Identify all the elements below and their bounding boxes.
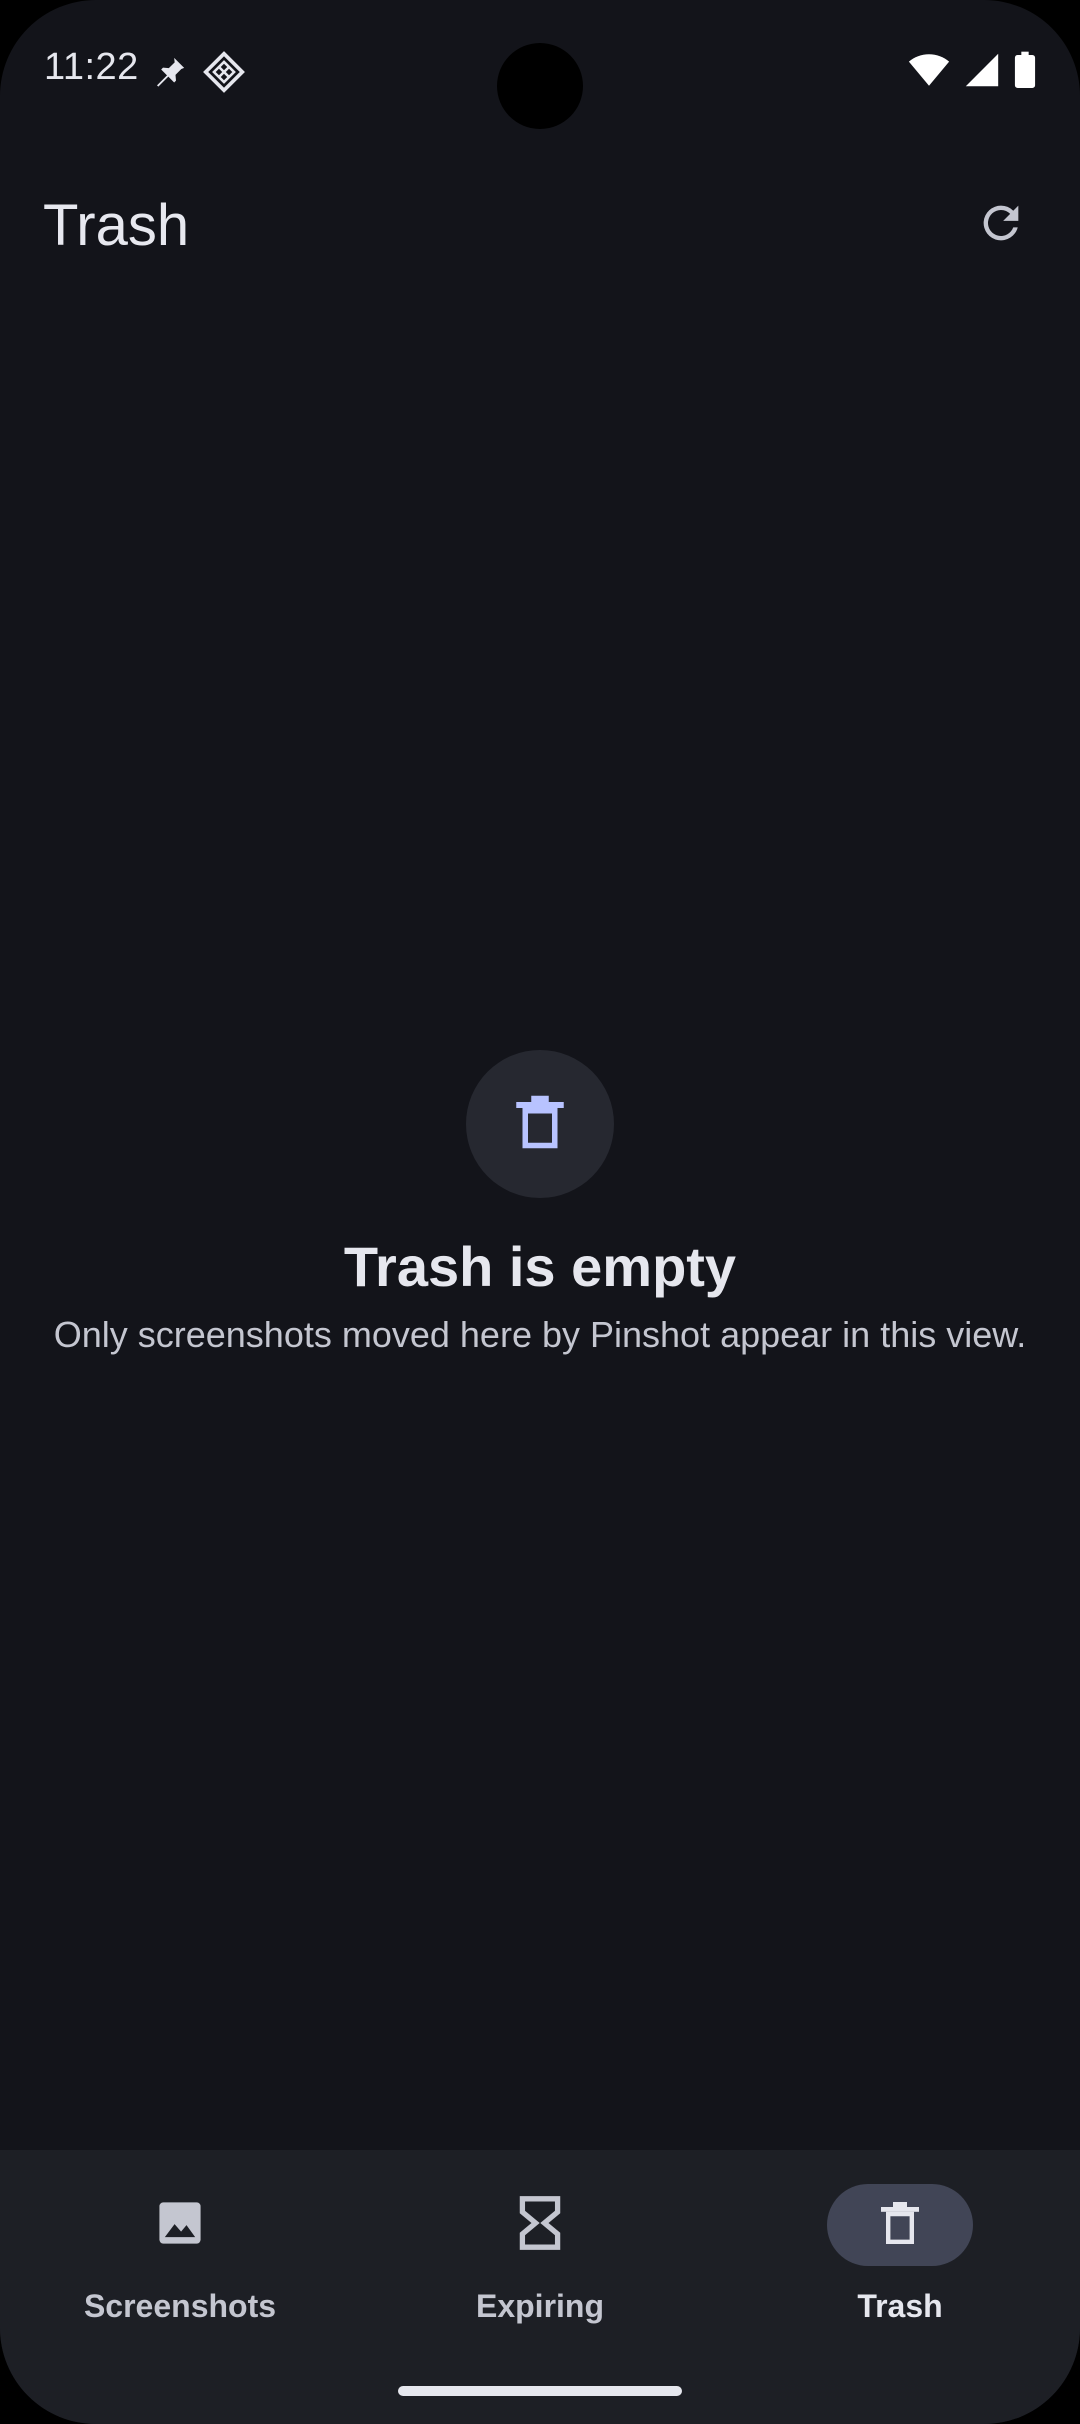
nav-item-expiring[interactable]: Expiring xyxy=(360,2184,720,2334)
image-icon xyxy=(154,2197,206,2254)
trash-icon xyxy=(880,2199,920,2252)
gesture-handle[interactable] xyxy=(398,2386,682,2396)
nav-label-trash: Trash xyxy=(857,2288,943,2324)
camera-cutout xyxy=(497,43,583,129)
nav-indicator-active xyxy=(827,2184,973,2266)
page-title: Trash xyxy=(43,193,190,258)
refresh-icon xyxy=(975,197,1027,254)
bottom-navigation: Screenshots Expiring Trash xyxy=(0,2150,1080,2424)
status-bar: 11:22 xyxy=(0,0,1080,140)
nav-indicator xyxy=(467,2184,613,2266)
pin-icon xyxy=(150,52,190,92)
nav-indicator xyxy=(107,2184,253,2266)
nav-item-trash[interactable]: Trash xyxy=(720,2184,1080,2334)
cellular-signal-icon xyxy=(964,52,1000,93)
status-time: 11:22 xyxy=(44,46,139,88)
empty-state: Trash is empty Only screenshots moved he… xyxy=(0,1050,1080,1361)
hourglass-icon xyxy=(518,2195,562,2255)
status-icons xyxy=(908,50,1036,94)
nav-label-expiring: Expiring xyxy=(475,2288,604,2324)
trash-icon xyxy=(515,1094,565,1155)
wifi-icon xyxy=(908,52,950,93)
empty-state-message: Only screenshots moved here by Pinshot a… xyxy=(53,1314,1027,1355)
app-screen: 11:22 Trash Trash is empty Only screensh… xyxy=(0,0,1080,2424)
nav-label-screenshots: Screenshots xyxy=(83,2288,277,2324)
battery-icon xyxy=(1014,51,1036,94)
empty-state-title: Trash is empty xyxy=(343,1235,737,1298)
app-bar: Trash xyxy=(0,170,1080,280)
empty-state-icon-container xyxy=(466,1050,614,1198)
nav-item-screenshots[interactable]: Screenshots xyxy=(0,2184,360,2334)
grid-diamond-icon xyxy=(202,50,246,94)
refresh-button[interactable] xyxy=(966,190,1036,260)
